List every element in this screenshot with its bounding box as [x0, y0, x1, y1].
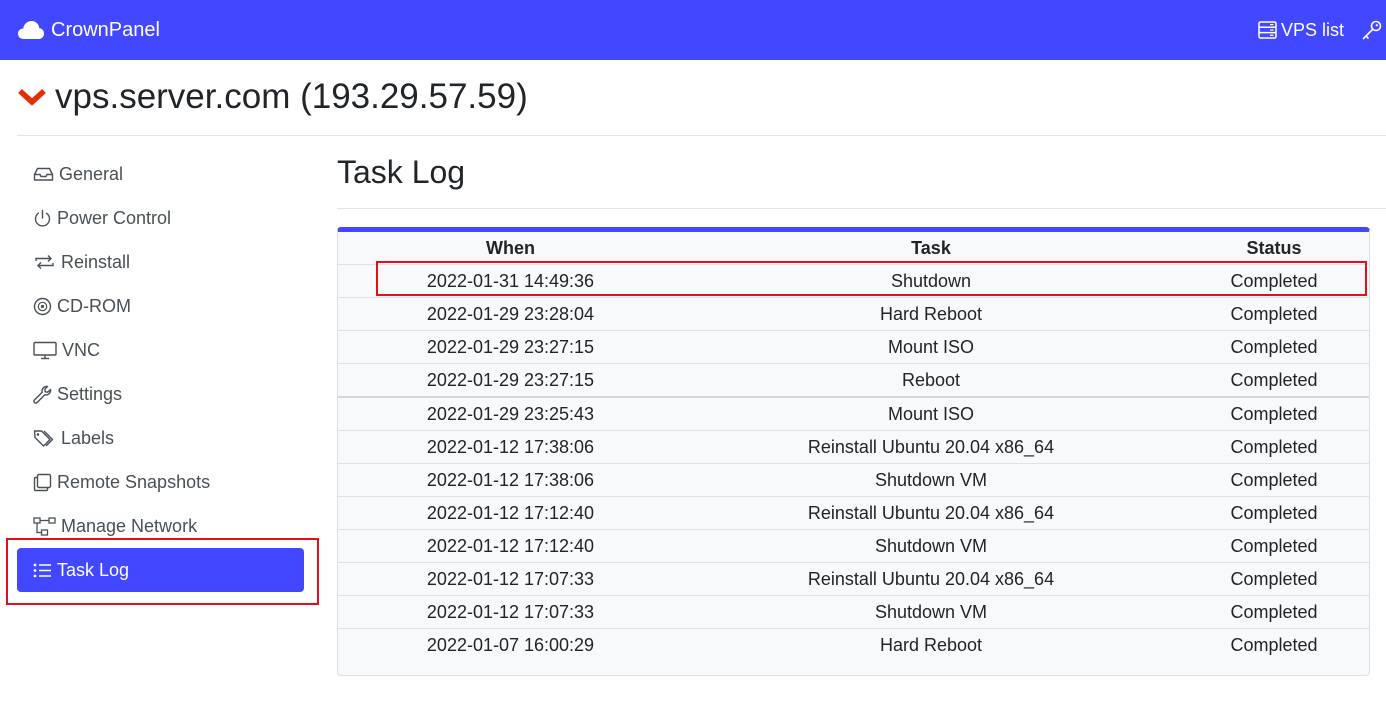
column-header-when: When: [338, 232, 683, 265]
sidebar-item-settings[interactable]: Settings: [17, 372, 304, 416]
table-row: 2022-01-12 17:38:06 Reinstall Ubuntu 20.…: [338, 430, 1369, 464]
sidebar-item-label: Labels: [61, 427, 115, 448]
key-icon: [1362, 20, 1382, 40]
table-header-row: When Task Status: [338, 232, 1369, 265]
sidebar-item-label: Power Control: [57, 207, 172, 228]
repeat-icon: [35, 255, 54, 269]
sidebar-item-label: CD-ROM: [57, 295, 131, 316]
monitor-icon: [33, 341, 57, 359]
vps-list-link[interactable]: VPS list: [1258, 20, 1344, 41]
cell-when: 2022-01-12 17:12:40: [338, 496, 683, 530]
table-row: 2022-01-29 23:28:04 Hard Reboot Complete…: [338, 297, 1369, 331]
table-row: 2022-01-12 17:12:40 Shutdown VM Complete…: [338, 529, 1369, 563]
sidebar-item-reinstall[interactable]: Reinstall: [17, 240, 304, 284]
cell-when: 2022-01-29 23:27:15: [338, 363, 683, 397]
sidebar: General Power Control Reinstall CD-ROM V…: [17, 152, 304, 592]
cell-status: Completed: [1179, 463, 1369, 497]
cell-when: 2022-01-29 23:28:04: [338, 297, 683, 331]
top-navbar: CrownPanel VPS list: [0, 0, 1386, 60]
table-row: 2022-01-12 17:07:33 Shutdown VM Complete…: [338, 595, 1369, 629]
wrench-icon: [33, 385, 52, 404]
cell-task: Reinstall Ubuntu 20.04 x86_64: [683, 562, 1179, 596]
server-title: vps.server.com (193.29.57.59): [55, 77, 528, 116]
cell-task: Mount ISO: [683, 330, 1179, 364]
cell-when: 2022-01-12 17:12:40: [338, 529, 683, 563]
collapse-toggle[interactable]: [17, 87, 47, 107]
cloud-icon: [18, 21, 44, 39]
power-icon: [34, 209, 51, 227]
sidebar-item-label: VNC: [62, 339, 101, 360]
table-row: 2022-01-29 23:25:43 Mount ISO Completed: [338, 396, 1369, 431]
tags-icon: [33, 429, 54, 447]
sidebar-item-labels[interactable]: Labels: [17, 416, 304, 460]
task-log-highlight-box: [6, 538, 319, 605]
column-header-task: Task: [683, 232, 1179, 265]
cell-task: Mount ISO: [683, 396, 1179, 431]
server-header: vps.server.com (193.29.57.59): [17, 72, 528, 122]
server-list-icon: [1258, 21, 1277, 39]
table-row: 2022-01-07 16:00:29 Hard Reboot Complete…: [338, 628, 1369, 661]
inbox-icon: [33, 167, 54, 181]
copy-icon: [33, 473, 52, 491]
cell-when: 2022-01-07 16:00:29: [338, 628, 683, 661]
sidebar-item-vnc[interactable]: VNC: [17, 328, 304, 372]
table-row: 2022-01-29 23:27:15 Reboot Completed: [338, 363, 1369, 397]
table-row: 2022-01-12 17:07:33 Reinstall Ubuntu 20.…: [338, 562, 1369, 596]
cell-task: Reinstall Ubuntu 20.04 x86_64: [683, 496, 1179, 530]
cell-status: Completed: [1179, 430, 1369, 464]
column-header-status: Status: [1179, 232, 1369, 265]
first-row-highlight-box: [376, 261, 1367, 296]
disc-icon: [33, 297, 52, 315]
cell-when: 2022-01-29 23:25:43: [338, 396, 683, 431]
vps-list-label: VPS list: [1280, 19, 1344, 40]
cell-task: Reboot: [683, 363, 1179, 397]
sidebar-item-label: Settings: [57, 383, 123, 404]
cell-task: Shutdown VM: [683, 463, 1179, 497]
sidebar-item-label: Remote Snapshots: [57, 471, 211, 492]
cell-status: Completed: [1179, 628, 1369, 661]
cell-when: 2022-01-12 17:38:06: [338, 430, 683, 464]
cell-status: Completed: [1179, 595, 1369, 629]
cell-status: Completed: [1179, 363, 1369, 397]
table-row: 2022-01-29 23:27:15 Mount ISO Completed: [338, 330, 1369, 364]
cell-task: Reinstall Ubuntu 20.04 x86_64: [683, 430, 1179, 464]
cell-status: Completed: [1179, 529, 1369, 563]
cell-when: 2022-01-12 17:07:33: [338, 595, 683, 629]
cell-task: Shutdown VM: [683, 529, 1179, 563]
table-row: 2022-01-12 17:38:06 Shutdown VM Complete…: [338, 463, 1369, 497]
cell-status: Completed: [1179, 297, 1369, 331]
cell-task: Hard Reboot: [683, 297, 1179, 331]
header-divider: [17, 135, 1386, 136]
chevron-down-icon: [18, 88, 46, 106]
sidebar-item-remote-snapshots[interactable]: Remote Snapshots: [17, 460, 304, 504]
cell-status: Completed: [1179, 396, 1369, 431]
sidebar-item-cd-rom[interactable]: CD-ROM: [17, 284, 304, 328]
cell-status: Completed: [1179, 330, 1369, 364]
sidebar-item-label: Reinstall: [61, 251, 131, 272]
table-row: 2022-01-12 17:12:40 Reinstall Ubuntu 20.…: [338, 496, 1369, 530]
title-divider: [337, 208, 1386, 209]
brand-link[interactable]: CrownPanel: [17, 0, 160, 60]
cell-when: 2022-01-12 17:07:33: [338, 562, 683, 596]
sidebar-item-label: Manage Network: [61, 515, 198, 536]
network-icon: [33, 516, 56, 536]
page-title: Task Log: [337, 154, 466, 190]
sidebar-item-label: General: [59, 163, 124, 184]
task-log-table: When Task Status 2022-01-31 14:49:36 Shu…: [338, 232, 1369, 661]
cell-status: Completed: [1179, 562, 1369, 596]
cell-status: Completed: [1179, 496, 1369, 530]
sidebar-item-general[interactable]: General: [17, 152, 304, 196]
sidebar-item-power-control[interactable]: Power Control: [17, 196, 304, 240]
cell-task: Hard Reboot: [683, 628, 1179, 661]
cell-when: 2022-01-29 23:27:15: [338, 330, 683, 364]
cell-task: Shutdown VM: [683, 595, 1179, 629]
account-key-link[interactable]: [1361, 19, 1383, 41]
brand-name: CrownPanel: [51, 18, 160, 41]
cell-when: 2022-01-12 17:38:06: [338, 463, 683, 497]
